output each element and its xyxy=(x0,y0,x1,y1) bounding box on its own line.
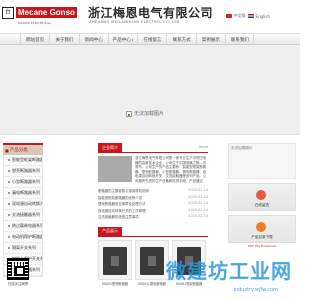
nav-item-label: 新闻中心 xyxy=(84,38,103,43)
company-name: 浙江梅恩电气有限公司 xyxy=(88,6,214,20)
product-name: MGM1L漏电断路器 xyxy=(138,281,166,286)
bullet-icon xyxy=(8,192,10,194)
catalog-download-label: 产品目录下载 xyxy=(251,235,273,239)
about-text: 浙江梅恩电气有限公司是一家专业生产中低压电器的高新技术企业，公司位于中国电器之都… xyxy=(135,156,207,184)
about-tab[interactable]: 企业简介 xyxy=(98,143,122,152)
breaker-image xyxy=(140,246,164,275)
product-card[interactable]: MGM1L漏电断路器 xyxy=(135,239,169,286)
logo-subtitle: MAKOR ELECTRICAL xyxy=(18,21,52,25)
lang-chinese-link[interactable]: 中文版 xyxy=(234,13,246,19)
watermark-sub: industry.wjfw.com xyxy=(233,287,278,293)
category-item[interactable]: 塑壳断路器系列 xyxy=(4,166,42,177)
nav-item-label: 在线留言 xyxy=(143,38,162,43)
product-image xyxy=(98,239,132,280)
bullet-icon xyxy=(8,203,10,205)
product-name: MGM1塑壳断路器 xyxy=(102,281,128,286)
online-message-button[interactable]: 在线留言 xyxy=(228,183,296,211)
category-item[interactable]: 智能型框架断路器 xyxy=(4,155,42,166)
catalog-download-button[interactable]: 产品目录下载 xyxy=(228,215,296,243)
right-image-placeholder: 无法加载图片 xyxy=(228,143,296,179)
bullet-icon xyxy=(8,170,10,172)
company-name-en: ZHEJIANG MEILANHUAN ELECTRIC CO.,LTD xyxy=(89,20,180,24)
about-image xyxy=(98,156,132,182)
us-flag-icon[interactable] xyxy=(247,14,254,18)
watermark: 微建坊工业网 xyxy=(166,259,292,283)
category-sidebar: ■ 产品分类 智能型框架断路器 塑壳断路器系列 小型断路器系列 漏电断路器系列 双电源自… xyxy=(3,143,43,277)
news-date: 2020-02-14 xyxy=(188,214,208,218)
nav-item-label: 案例展示 xyxy=(201,38,220,43)
category-item[interactable]: 热过载继电器系列 xyxy=(4,221,42,232)
news-title: 交流接触器的选型注意事项 xyxy=(98,215,139,219)
right-sidebar: 无法加载图片 在线留言 产品目录下载 PDF File Download xyxy=(228,143,296,248)
logo[interactable]: 台 Mecane Gonso xyxy=(2,5,85,20)
bullet-icon xyxy=(8,159,10,161)
nav-item-label: 联系我们 xyxy=(230,38,249,43)
category-item[interactable]: 隔离开关系列 xyxy=(4,243,42,254)
banner-image-alt: 无法加载图片 xyxy=(134,111,165,117)
category-item-label: 小型断路器系列 xyxy=(12,179,40,184)
category-item[interactable]: 小型断路器系列 xyxy=(4,177,42,188)
bullet-icon xyxy=(8,247,10,249)
category-item[interactable]: 漏电断路器系列 xyxy=(4,188,42,199)
nav-item-label: 联系方式 xyxy=(172,38,191,43)
products-tab[interactable]: 产品展示 xyxy=(98,226,122,236)
breaker-image xyxy=(103,246,127,275)
broken-image-icon xyxy=(126,110,132,117)
category-title: ■ 产品分类 xyxy=(3,143,43,155)
site-header: 台 Mecane Gonso MAKOR ELECTRICAL 浙江梅恩电气有限… xyxy=(0,0,300,30)
products-header: 产品展示 xyxy=(98,226,208,237)
category-item-label: 隔离开关系列 xyxy=(12,245,36,250)
catalog-download-sub: PDF File Download xyxy=(248,244,276,248)
bullet-icon xyxy=(8,214,10,216)
category-item-label: 塑壳断路器系列 xyxy=(12,168,40,173)
about-header: 企业简介 more xyxy=(98,143,208,153)
main-nav: 网站首页 关于我们 新闻中心 产品中心 ▾ 在线留言 联系方式 案例展示 联系我们 xyxy=(0,33,300,46)
nav-item-label: 关于我们 xyxy=(55,38,74,43)
category-item-label: 智能型框架断路器 xyxy=(12,157,42,162)
qr-caption: 扫描关注梅恩 xyxy=(7,282,29,286)
nav-item-label: 网站首页 xyxy=(26,38,45,43)
bullet-icon xyxy=(8,181,10,183)
product-image xyxy=(135,239,169,280)
bullet-icon xyxy=(8,225,10,227)
language-switcher: 中文版 English xyxy=(225,13,270,19)
category-title-text: 产品分类 xyxy=(9,148,28,153)
china-flag-icon[interactable] xyxy=(225,14,232,18)
logo-mark: 台 xyxy=(2,6,14,19)
nav-item-label: 产品中心 xyxy=(112,38,131,43)
online-message-label: 在线留言 xyxy=(254,203,270,207)
category-item[interactable]: 交流接触器系列 xyxy=(4,210,42,221)
right-image-alt: 无法加载图片 xyxy=(231,146,253,150)
qr-area: 扫描关注梅恩 xyxy=(3,258,33,286)
chevron-down-icon: ▾ xyxy=(131,38,134,42)
about-more-link[interactable]: more xyxy=(199,145,208,149)
banner: 无法加载图片 xyxy=(0,45,300,135)
qr-code xyxy=(7,258,29,280)
category-item-label: 漏电断路器系列 xyxy=(12,190,40,195)
news-item[interactable]: 交流接触器的选型注意事项 2020-02-14 xyxy=(98,214,208,221)
product-card[interactable]: MGM1塑壳断路器 xyxy=(98,239,132,286)
bullet-icon: ■ xyxy=(5,147,9,153)
lang-english-link[interactable]: English xyxy=(256,14,270,19)
category-item-label: 热过载继电器系列 xyxy=(12,223,42,228)
message-icon xyxy=(256,190,266,200)
about-section: 浙江梅恩电气有限公司是一家专业生产中低压电器的高新技术企业，公司位于中国电器之都… xyxy=(98,156,208,184)
bullet-icon xyxy=(8,236,10,238)
category-item[interactable]: 双电源自动转换开关 xyxy=(4,199,42,210)
category-item-label: 双电源自动转换开关 xyxy=(12,201,42,206)
download-icon xyxy=(256,222,266,232)
category-item[interactable]: 电动机保护断路器 xyxy=(4,232,42,243)
logo-text: Mecane Gonso xyxy=(16,7,77,18)
category-item-label: 电动机保护断路器 xyxy=(12,234,42,239)
banner-image-placeholder: 无法加载图片 xyxy=(126,110,164,117)
news-list: 断路器的主要参数与选用原则说明 2020-02-14 智能型框架断路器的优势介绍 20… xyxy=(98,188,208,221)
category-item-label: 交流接触器系列 xyxy=(12,212,40,217)
